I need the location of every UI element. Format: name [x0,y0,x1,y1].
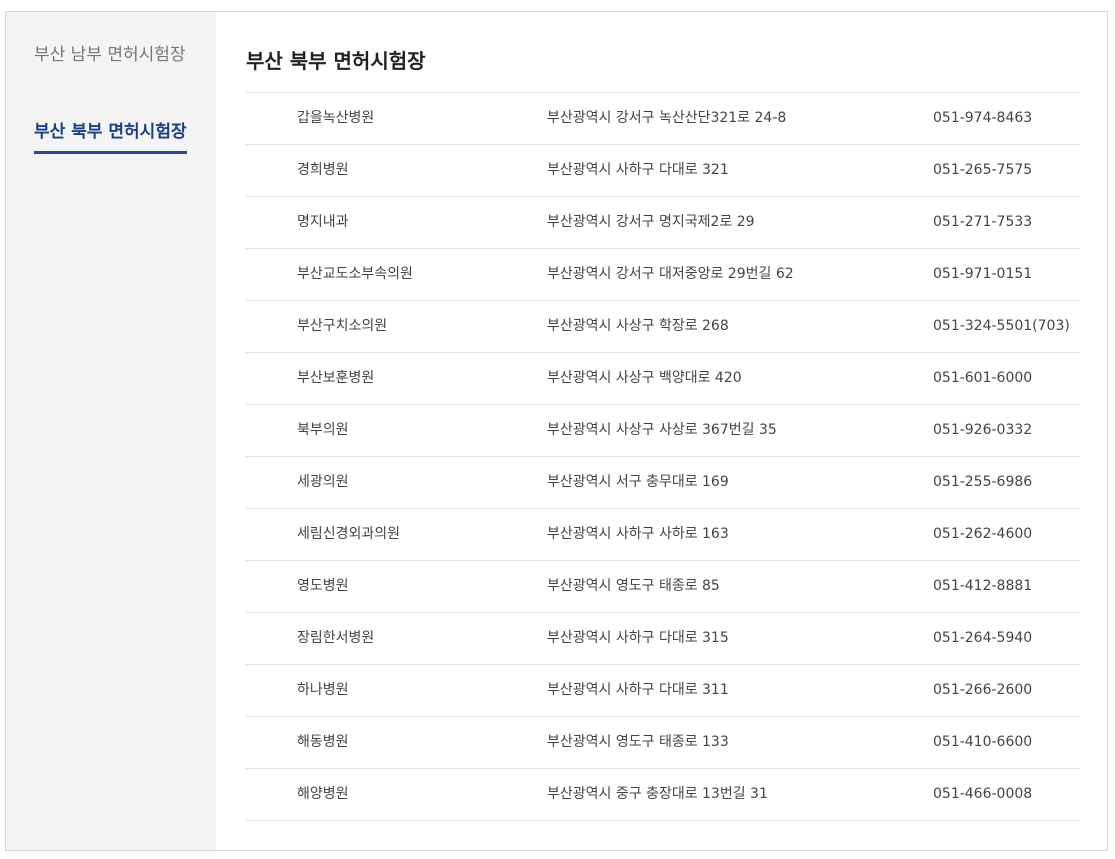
hospital-phone: 051-255-6986 [933,474,1033,490]
table-row: 하나병원 부산광역시 사하구 다대로 311 051-266-2600 [246,665,1080,717]
hospital-address: 부산광역시 강서구 녹산산단321로 24-8 [547,110,787,126]
hospital-name: 세림신경외과의원 [297,526,401,542]
table-row: 세광의원 부산광역시 서구 충무대로 169 051-255-6986 [246,457,1080,509]
hospital-name: 북부의원 [297,422,349,438]
table-row: 부산교도소부속의원 부산광역시 강서구 대저중앙로 29번길 62 051-971-… [246,249,1080,301]
hospital-address: 부산광역시 중구 충장대로 13번길 31 [547,786,768,802]
hospital-name: 부산교도소부속의원 [297,266,413,282]
table-row: 부산보훈병원 부산광역시 사상구 백양대로 420 051-601-6000 [246,353,1080,405]
table-row: 해양병원 부산광역시 중구 충장대로 13번길 31 051-466-0008 [246,769,1080,821]
sidebar-item-busan-north[interactable]: 부산 북부 면허시험장 [34,117,187,154]
hospital-address: 부산광역시 영도구 태종로 85 [547,578,720,594]
hospital-address: 부산광역시 사하구 다대로 315 [547,630,729,646]
table-row: 장림한서병원 부산광역시 사하구 다대로 315 051-264-5940 [246,613,1080,665]
hospital-phone: 051-410-6600 [933,734,1033,750]
hospital-address: 부산광역시 강서구 대저중앙로 29번길 62 [547,266,794,282]
table-row: 북부의원 부산광역시 사상구 사상로 367번길 35 051-926-0332 [246,405,1080,457]
hospital-phone: 051-266-2600 [933,682,1033,698]
table-row: 세림신경외과의원 부산광역시 사하구 사하로 163 051-262-4600 [246,509,1080,561]
hospital-table: 갑을녹산병원 부산광역시 강서구 녹산산단321로 24-8 051-974-846… [246,92,1080,821]
hospital-address: 부산광역시 영도구 태종로 133 [547,734,729,750]
hospital-address: 부산광역시 강서구 명지국제2로 29 [547,214,755,230]
table-row: 경희병원 부산광역시 사하구 다대로 321 051-265-7575 [246,145,1080,197]
hospital-phone: 051-324-5501(703) [933,318,1070,334]
hospital-address: 부산광역시 사상구 백양대로 420 [547,370,742,386]
hospital-phone: 051-601-6000 [933,370,1033,386]
hospital-name: 하나병원 [297,682,349,698]
hospital-address: 부산광역시 사상구 학장로 268 [547,318,729,334]
hospital-name: 경희병원 [297,162,349,178]
hospital-phone: 051-265-7575 [933,162,1033,178]
hospital-name: 명지내과 [297,214,349,230]
hospital-address: 부산광역시 사하구 사하로 163 [547,526,729,542]
hospital-phone: 051-264-5940 [933,630,1033,646]
hospital-name: 장림한서병원 [297,630,375,646]
hospital-address: 부산광역시 사상구 사상로 367번길 35 [547,422,777,438]
hospital-name: 부산구치소의원 [297,318,388,334]
sidebar-item-busan-south[interactable]: 부산 남부 면허시험장 [34,40,186,65]
table-row: 부산구치소의원 부산광역시 사상구 학장로 268 051-324-5501(703… [246,301,1080,353]
table-row: 영도병원 부산광역시 영도구 태종로 85 051-412-8881 [246,561,1080,613]
page-title: 부산 북부 면허시험장 [246,49,426,73]
hospital-name: 해양병원 [297,786,349,802]
content-frame: 부산 남부 면허시험장 부산 북부 면허시험장 부산 북부 면허시험장 갑을녹산… [5,11,1108,851]
hospital-phone: 051-971-0151 [933,266,1033,282]
hospital-name: 갑을녹산병원 [297,110,375,126]
hospital-address: 부산광역시 서구 충무대로 169 [547,474,729,490]
hospital-phone: 051-271-7533 [933,214,1033,230]
hospital-phone: 051-262-4600 [933,526,1033,542]
hospital-address: 부산광역시 사하구 다대로 321 [547,162,729,178]
hospital-phone: 051-926-0332 [933,422,1033,438]
hospital-name: 해동병원 [297,734,349,750]
table-row: 해동병원 부산광역시 영도구 태종로 133 051-410-6600 [246,717,1080,769]
hospital-name: 세광의원 [297,474,349,490]
hospital-phone: 051-466-0008 [933,786,1033,802]
hospital-name: 부산보훈병원 [297,370,375,386]
hospital-phone: 051-974-8463 [933,110,1033,126]
main-content: 부산 북부 면허시험장 갑을녹산병원 부산광역시 강서구 녹산산단321로 24-… [246,12,1080,850]
table-row: 갑을녹산병원 부산광역시 강서구 녹산산단321로 24-8 051-974-846… [246,93,1080,145]
hospital-address: 부산광역시 사하구 다대로 311 [547,682,729,698]
hospital-name: 영도병원 [297,578,349,594]
hospital-phone: 051-412-8881 [933,578,1033,594]
table-row: 명지내과 부산광역시 강서구 명지국제2로 29 051-271-7533 [246,197,1080,249]
sidebar: 부산 남부 면허시험장 부산 북부 면허시험장 [6,12,216,850]
